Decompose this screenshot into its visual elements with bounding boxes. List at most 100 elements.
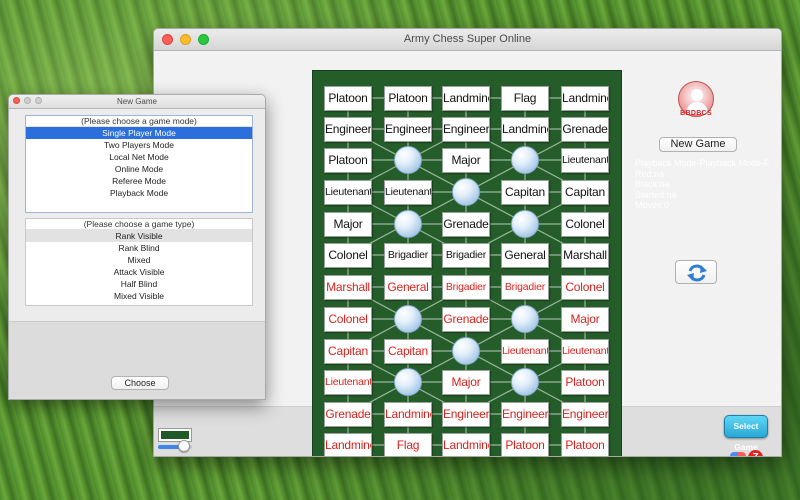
game-board[interactable]: Platoon Platoon Landmine Flag Landmine Engine…: [312, 70, 622, 456]
piece-capitan[interactable]: Capitan: [501, 179, 549, 205]
mode-option[interactable]: Single Player Mode: [26, 127, 252, 139]
piece-major[interactable]: Major: [561, 306, 609, 332]
camp-circle[interactable]: [452, 178, 480, 206]
piece-platoon[interactable]: Platoon: [384, 85, 432, 111]
piece-major[interactable]: Major: [442, 147, 490, 173]
piece-engineer[interactable]: Engineer: [442, 116, 490, 142]
type-option[interactable]: Mixed Visible: [26, 290, 252, 302]
piece-landmine[interactable]: Landmine: [324, 432, 372, 456]
piece-brigadier[interactable]: Brigadier: [501, 274, 549, 300]
piece-grenade[interactable]: Grenade: [324, 401, 372, 427]
type-option[interactable]: Rank Blind: [26, 242, 252, 254]
camp-circle[interactable]: [394, 210, 422, 238]
piece-capitan[interactable]: Capitan: [561, 179, 609, 205]
piece-colonel[interactable]: Colonel: [324, 242, 372, 268]
swap-sides-button[interactable]: [675, 260, 717, 284]
new-game-dialog: New Game (Please choose a game mode) Sin…: [8, 94, 266, 400]
type-option[interactable]: Rank Visible: [26, 230, 252, 242]
piece-lieutenant[interactable]: Lieutenant: [561, 147, 609, 173]
camp-circle[interactable]: [394, 368, 422, 396]
piece-colonel[interactable]: Colonel: [561, 274, 609, 300]
piece-major[interactable]: Major: [324, 211, 372, 237]
camp-circle[interactable]: [452, 337, 480, 365]
game-mode-list[interactable]: (Please choose a game mode) Single Playe…: [25, 115, 253, 213]
piece-lieutenant[interactable]: Lieutenant: [324, 369, 372, 395]
piece-engineer[interactable]: Engineer: [501, 401, 549, 427]
camp-circle[interactable]: [511, 210, 539, 238]
piece-platoon[interactable]: Platoon: [324, 147, 372, 173]
mode-option[interactable]: Online Mode: [26, 163, 252, 175]
piece-landmine[interactable]: Landmine: [384, 401, 432, 427]
piece-capitan[interactable]: Capitan: [384, 338, 432, 364]
mode-option[interactable]: Two Players Mode: [26, 139, 252, 151]
piece-engineer[interactable]: Engineer: [442, 401, 490, 427]
piece-capitan[interactable]: Capitan: [324, 338, 372, 364]
piece-lieutenant[interactable]: Lieutenant: [324, 179, 372, 205]
slider-knob[interactable]: [177, 440, 190, 452]
type-option[interactable]: Mixed: [26, 254, 252, 266]
avatar-label: BBDBCS: [680, 110, 712, 117]
piece-engineer[interactable]: Engineer: [561, 401, 609, 427]
camp-circle[interactable]: [511, 146, 539, 174]
zoom-button[interactable]: [198, 34, 209, 45]
piece-landmine[interactable]: Landmine: [442, 432, 490, 456]
piece-lieutenant[interactable]: Lieutenant: [501, 338, 549, 364]
type-option[interactable]: Half Blind: [26, 278, 252, 290]
piece-platoon[interactable]: Platoon: [561, 369, 609, 395]
piece-landmine[interactable]: Landmine: [501, 116, 549, 142]
type-list-header: (Please choose a game type): [26, 219, 252, 230]
game-center-icon[interactable]: [730, 452, 746, 456]
piece-major[interactable]: Major: [442, 369, 490, 395]
info-red: Red:na: [635, 168, 665, 179]
piece-lieutenant[interactable]: Lieutenant: [384, 179, 432, 205]
choose-button[interactable]: Choose: [111, 376, 169, 390]
piece-brigadier[interactable]: Brigadier: [384, 242, 432, 268]
dialog-minimize-button[interactable]: [24, 97, 31, 104]
piece-grenade[interactable]: Grenade: [442, 306, 490, 332]
dialog-title: New Game: [116, 97, 157, 106]
window-controls: [162, 34, 209, 45]
piece-colonel[interactable]: Colonel: [324, 306, 372, 332]
dialog-zoom-button[interactable]: [35, 97, 42, 104]
piece-grenade[interactable]: Grenade: [561, 116, 609, 142]
piece-general[interactable]: General: [501, 242, 549, 268]
piece-platoon[interactable]: Platoon: [324, 85, 372, 111]
piece-brigadier[interactable]: Brigadier: [442, 274, 490, 300]
camp-circle[interactable]: [511, 368, 539, 396]
piece-general[interactable]: General: [384, 274, 432, 300]
info-black: Black:na: [635, 179, 670, 189]
piece-flag[interactable]: Flag: [501, 85, 549, 111]
type-option[interactable]: Attack Visible: [26, 266, 252, 278]
dialog-close-button[interactable]: [13, 97, 20, 104]
camp-circle[interactable]: [394, 146, 422, 174]
dialog-titlebar: New Game: [9, 95, 265, 109]
piece-lieutenant[interactable]: Lieutenant: [561, 338, 609, 364]
mode-option[interactable]: Referee Mode: [26, 175, 252, 187]
select-game-button[interactable]: Select Game: [724, 415, 768, 452]
piece-colonel[interactable]: Colonel: [561, 211, 609, 237]
piece-brigadier[interactable]: Brigadier: [442, 242, 490, 268]
piece-grenade[interactable]: Grenade: [442, 211, 490, 237]
piece-marshall[interactable]: Marshall: [561, 242, 609, 268]
mode-option[interactable]: Playback Mode: [26, 187, 252, 199]
new-game-button[interactable]: New Game: [659, 137, 737, 152]
swap-arrows-icon: [687, 264, 707, 282]
game-type-list[interactable]: (Please choose a game type) Rank Visible…: [25, 218, 253, 306]
piece-platoon[interactable]: Platoon: [561, 432, 609, 456]
avatar-head: [691, 89, 703, 101]
swatch-fill: [161, 431, 189, 439]
camp-circle[interactable]: [394, 305, 422, 333]
minimize-button[interactable]: [180, 34, 191, 45]
piece-landmine[interactable]: Landmine: [561, 85, 609, 111]
mode-list-header: (Please choose a game mode): [26, 116, 252, 127]
piece-engineer[interactable]: Engineer: [384, 116, 432, 142]
piece-marshall[interactable]: Marshall: [324, 274, 372, 300]
piece-landmine[interactable]: Landmine: [442, 85, 490, 111]
close-button[interactable]: [162, 34, 173, 45]
dialog-window-controls: [13, 97, 42, 104]
piece-flag[interactable]: Flag: [384, 432, 432, 456]
mode-option[interactable]: Local Net Mode: [26, 151, 252, 163]
piece-platoon[interactable]: Platoon: [501, 432, 549, 456]
camp-circle[interactable]: [511, 305, 539, 333]
piece-engineer[interactable]: Engineer: [324, 116, 372, 142]
